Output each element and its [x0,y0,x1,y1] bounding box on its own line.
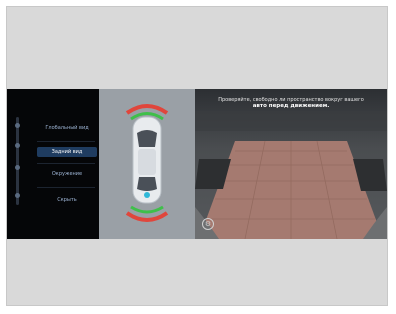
car-top-icon [125,104,169,222]
front-sensor-outer [125,104,169,115]
menu-scrollbar[interactable] [16,117,19,205]
scroll-dot-icon [15,193,20,198]
menu-divider [37,187,95,188]
camera-settings-icon[interactable]: ⚙ [202,218,214,230]
scroll-dot-icon [15,165,20,170]
car-rear-window [137,177,157,191]
parking-camera-screen: Глобальный вид Задний вид Окружение Скры… [7,89,387,239]
rear-camera-view: Проверяйте, свободно ли пространство вок… [195,89,387,239]
rear-sensor-outer [125,211,169,222]
scroll-dot-icon [15,123,20,128]
menu-divider [37,163,95,164]
menu-item-surroundings[interactable]: Окружение [37,171,97,177]
car-overhead-view [99,89,195,239]
car-rear-camera [144,192,150,198]
car-roof [138,149,156,175]
menu-item-rear-view[interactable]: Задний вид [37,147,97,157]
safety-warning-emphasis: авто перед движением. [252,103,330,109]
safety-warning: Проверяйте, свободно ли пространство вок… [195,97,387,109]
menu-divider [37,141,95,142]
menu-item-global-view[interactable]: Глобальный вид [37,125,97,131]
menu-item-hide[interactable]: Скрыть [37,197,97,203]
outer-frame: Глобальный вид Задний вид Окружение Скры… [6,6,388,306]
background-structures [195,111,387,131]
camera-scene [195,111,387,239]
car-windshield [137,130,157,147]
scroll-dot-icon [15,143,20,148]
view-menu: Глобальный вид Задний вид Окружение Скры… [7,89,99,239]
rear-sensor-inner [130,205,164,214]
